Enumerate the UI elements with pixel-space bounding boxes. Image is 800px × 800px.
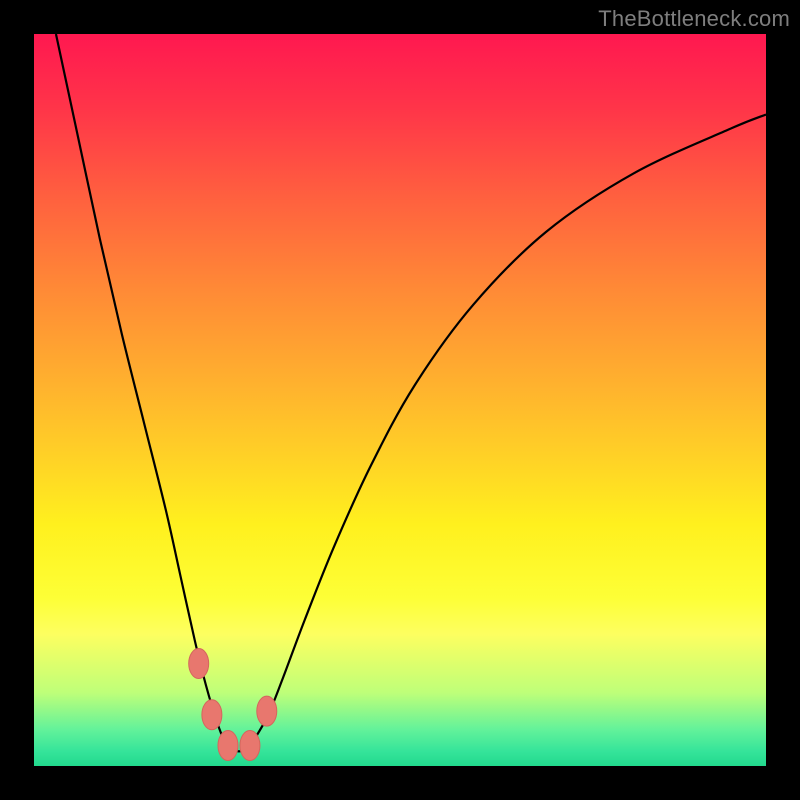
watermark-text: TheBottleneck.com [598, 6, 790, 32]
marker-left-upper [189, 649, 209, 679]
marker-left-lower [202, 700, 222, 730]
bottleneck-curve [56, 34, 766, 751]
marker-right [257, 696, 277, 726]
marker-bottom-right [240, 731, 260, 761]
markers-group [189, 649, 277, 761]
plot-area [34, 34, 766, 766]
chart-svg [34, 34, 766, 766]
marker-bottom-left [218, 731, 238, 761]
chart-frame: TheBottleneck.com [0, 0, 800, 800]
